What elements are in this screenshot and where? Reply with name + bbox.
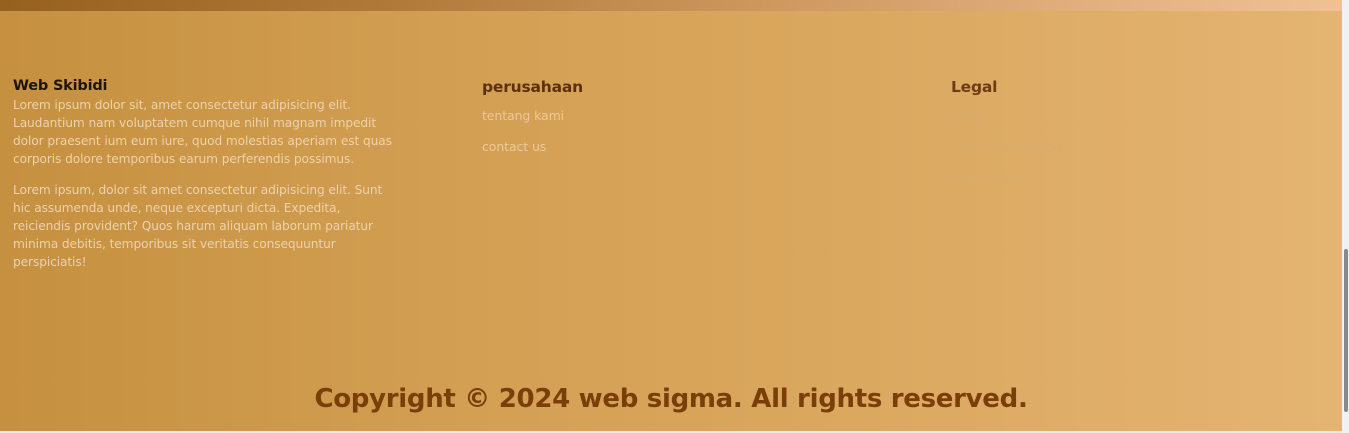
legal-link-item: Terms & condition <box>951 139 1251 170</box>
company-links: tentang kami contact us <box>482 108 782 170</box>
footer-legal-column: Legal FAQs Terms & condition Privacy Pol… <box>951 76 1251 201</box>
copyright-text: Copyright © 2024 web sigma. All rights r… <box>314 384 1028 414</box>
company-heading: perusahaan <box>482 78 583 96</box>
brand-description-2: Lorem ipsum, dolor sit amet consectetur … <box>13 183 383 269</box>
brand-description-1: Lorem ipsum dolor sit, amet consectetur … <box>13 98 392 166</box>
footer-company-column: perusahaan tentang kami contact us <box>482 76 782 170</box>
scrollbar-thumb[interactable] <box>1344 249 1348 412</box>
legal-links: FAQs Terms & condition Privacy Policy <box>951 108 1251 201</box>
company-link-item: tentang kami <box>482 108 782 139</box>
site-footer: Web Skibidi Lorem ipsum dolor sit, amet … <box>0 0 1342 431</box>
about-us-link[interactable]: tentang kami <box>482 108 564 123</box>
terms-link[interactable]: Terms & condition <box>951 139 1062 154</box>
vertical-scrollbar[interactable] <box>1342 0 1349 433</box>
legal-link-item: FAQs <box>951 108 1251 139</box>
legal-link-item: Privacy Policy <box>951 170 1251 201</box>
legal-heading: Legal <box>951 78 998 96</box>
privacy-policy-link[interactable]: Privacy Policy <box>951 170 1035 185</box>
contact-us-link[interactable]: contact us <box>482 139 546 154</box>
footer-brand-column: Web Skibidi Lorem ipsum dolor sit, amet … <box>13 76 398 284</box>
brand-title: Web Skibidi <box>13 78 108 94</box>
company-link-item: contact us <box>482 139 782 170</box>
faqs-link[interactable]: FAQs <box>951 108 981 123</box>
footer-top-strip <box>0 0 1342 11</box>
